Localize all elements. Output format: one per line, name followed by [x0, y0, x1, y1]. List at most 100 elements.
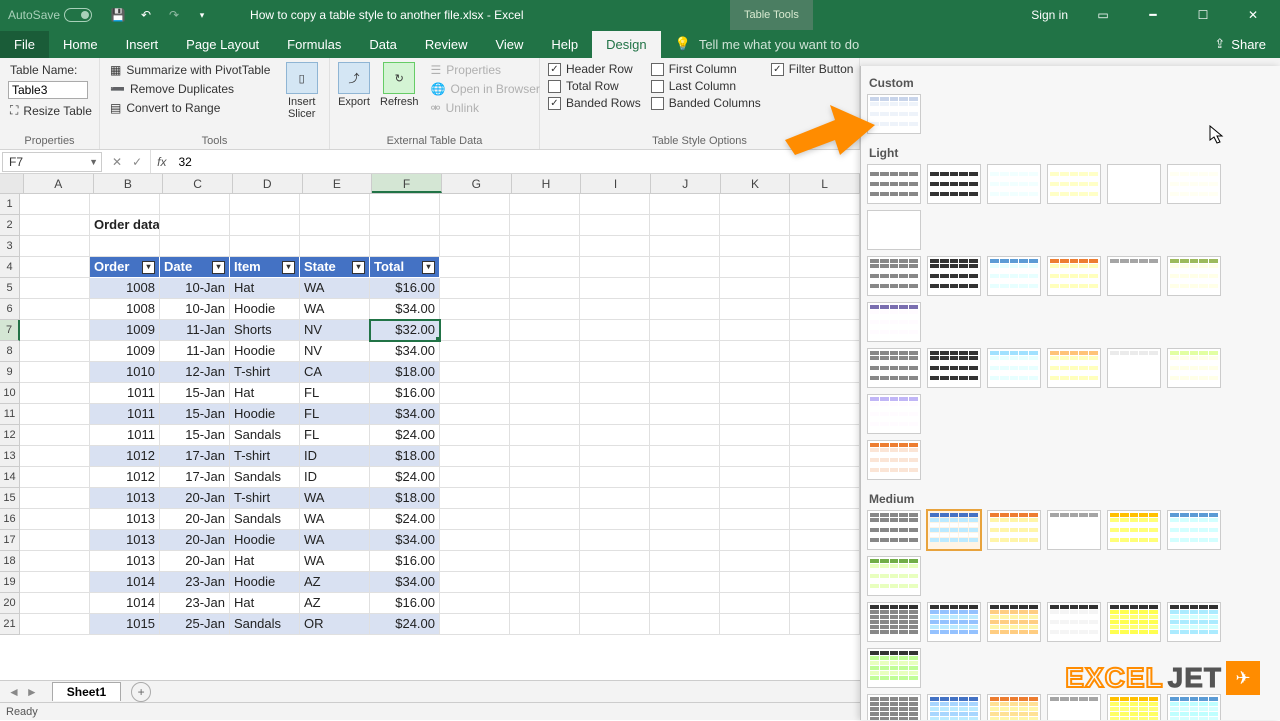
cell[interactable]: Sandals — [230, 425, 300, 446]
undo-icon[interactable]: ↶ — [138, 7, 154, 23]
cell[interactable] — [720, 194, 790, 215]
table-name-input[interactable] — [8, 81, 88, 99]
cell[interactable] — [580, 362, 650, 383]
ribbon-display-icon[interactable]: ▭ — [1088, 8, 1118, 22]
cell[interactable] — [650, 404, 720, 425]
column-header[interactable]: E — [303, 174, 373, 193]
row-header[interactable]: 16 — [0, 509, 20, 530]
table-style-swatch[interactable] — [1167, 510, 1221, 550]
cell[interactable] — [720, 404, 790, 425]
sheet-nav-prev-icon[interactable]: ◄ — [8, 685, 20, 699]
cell[interactable] — [440, 383, 510, 404]
row-header[interactable]: 10 — [0, 383, 20, 404]
table-style-swatch[interactable] — [1107, 256, 1161, 296]
cell[interactable]: Total▾ — [370, 257, 440, 278]
table-style-swatch[interactable] — [1047, 164, 1101, 204]
cell[interactable]: FL — [300, 383, 370, 404]
cell[interactable] — [20, 593, 90, 614]
cell[interactable] — [580, 215, 650, 236]
signin-link[interactable]: Sign in — [1031, 8, 1068, 22]
cell[interactable] — [580, 530, 650, 551]
sheet-nav-next-icon[interactable]: ► — [26, 685, 38, 699]
row-header[interactable]: 18 — [0, 551, 20, 572]
cell[interactable]: AZ — [300, 572, 370, 593]
cell[interactable] — [790, 257, 860, 278]
cell[interactable]: 1010 — [90, 362, 160, 383]
table-style-swatch[interactable] — [867, 694, 921, 720]
table-style-swatch[interactable] — [1107, 164, 1161, 204]
cell[interactable] — [230, 194, 300, 215]
cell[interactable] — [230, 236, 300, 257]
cell[interactable] — [650, 362, 720, 383]
cell[interactable] — [510, 236, 580, 257]
cell[interactable] — [440, 467, 510, 488]
cell[interactable]: $34.00 — [370, 572, 440, 593]
cell[interactable]: 11-Jan — [160, 320, 230, 341]
cell[interactable] — [650, 425, 720, 446]
cell[interactable] — [20, 383, 90, 404]
cell[interactable]: $24.00 — [370, 425, 440, 446]
export-button[interactable]: ⤴Export — [338, 62, 370, 108]
column-header[interactable]: B — [94, 174, 164, 193]
cell[interactable] — [580, 341, 650, 362]
cell[interactable]: 1013 — [90, 509, 160, 530]
total-row-checkbox[interactable]: Total Row — [548, 79, 641, 93]
cell[interactable]: T-shirt — [230, 362, 300, 383]
table-style-swatch[interactable] — [867, 164, 921, 204]
cell[interactable] — [650, 383, 720, 404]
table-style-swatch[interactable] — [987, 602, 1041, 642]
cell[interactable] — [160, 236, 230, 257]
cell[interactable] — [510, 257, 580, 278]
cell[interactable] — [650, 215, 720, 236]
cell[interactable] — [650, 572, 720, 593]
cell[interactable]: 20-Jan — [160, 530, 230, 551]
cell[interactable]: 1009 — [90, 320, 160, 341]
cell[interactable] — [510, 299, 580, 320]
cell[interactable] — [790, 530, 860, 551]
cell[interactable]: 1008 — [90, 299, 160, 320]
table-style-swatch[interactable] — [1167, 348, 1221, 388]
first-column-checkbox[interactable]: First Column — [651, 62, 761, 76]
cell[interactable] — [790, 215, 860, 236]
table-style-swatch[interactable] — [927, 694, 981, 720]
cell[interactable]: $24.00 — [370, 467, 440, 488]
cell[interactable]: 23-Jan — [160, 593, 230, 614]
cell[interactable] — [720, 593, 790, 614]
cell[interactable] — [720, 509, 790, 530]
cell[interactable] — [720, 278, 790, 299]
name-box[interactable]: F7▼ — [2, 152, 102, 172]
cell[interactable]: NV — [300, 341, 370, 362]
row-header[interactable]: 5 — [0, 278, 20, 299]
cell[interactable] — [580, 593, 650, 614]
row-header[interactable]: 6 — [0, 299, 20, 320]
cell[interactable] — [720, 446, 790, 467]
table-style-swatch[interactable] — [1047, 602, 1101, 642]
ribbon-tab-design[interactable]: Design — [592, 31, 660, 58]
cell[interactable] — [20, 278, 90, 299]
cell[interactable] — [20, 320, 90, 341]
cell[interactable]: 20-Jan — [160, 509, 230, 530]
remove-duplicates-button[interactable]: ➖Remove Duplicates — [108, 81, 272, 97]
cell[interactable]: NV — [300, 320, 370, 341]
row-header[interactable]: 1 — [0, 194, 20, 215]
cell[interactable] — [650, 236, 720, 257]
cell[interactable] — [720, 425, 790, 446]
cell[interactable]: 25-Jan — [160, 614, 230, 635]
cell[interactable] — [510, 194, 580, 215]
cell[interactable] — [230, 215, 300, 236]
enter-formula-icon[interactable]: ✓ — [132, 155, 142, 169]
cell[interactable] — [440, 572, 510, 593]
cell[interactable] — [790, 341, 860, 362]
cell[interactable] — [720, 257, 790, 278]
row-header[interactable]: 8 — [0, 341, 20, 362]
refresh-button[interactable]: ↻Refresh — [380, 62, 419, 108]
cell[interactable] — [510, 530, 580, 551]
cell[interactable] — [20, 572, 90, 593]
cell[interactable]: Item▾ — [230, 257, 300, 278]
cell[interactable] — [650, 257, 720, 278]
cell[interactable] — [510, 278, 580, 299]
cell[interactable] — [790, 320, 860, 341]
table-style-swatch[interactable] — [987, 348, 1041, 388]
cell[interactable] — [510, 320, 580, 341]
cell[interactable] — [440, 341, 510, 362]
